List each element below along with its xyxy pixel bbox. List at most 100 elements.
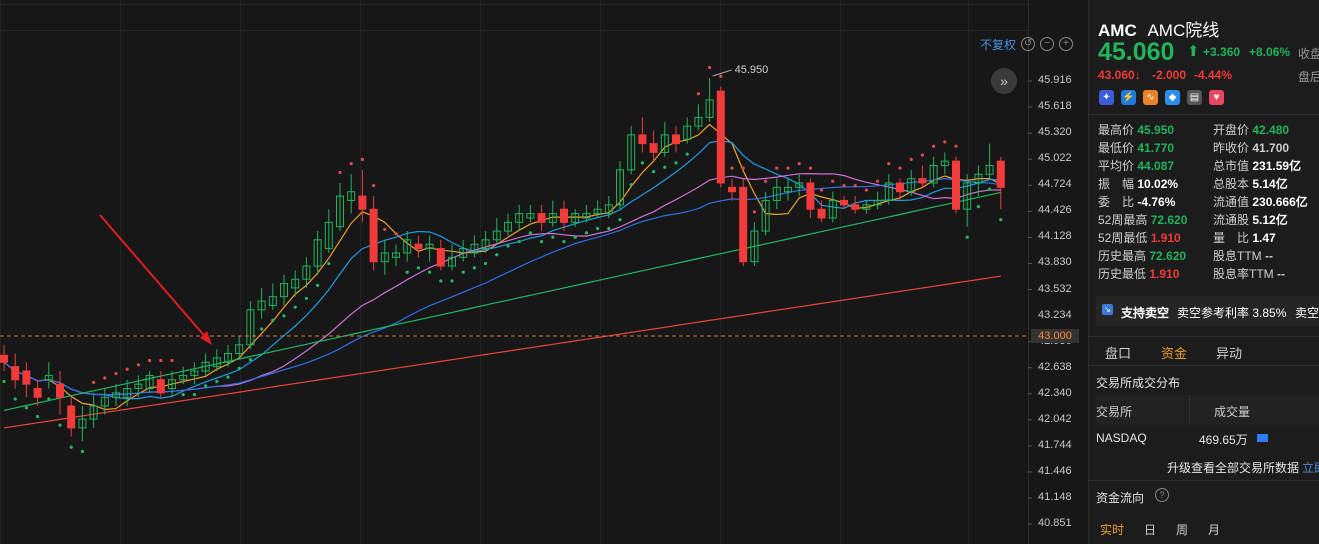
chart-canvas[interactable]: 45.950	[0, 0, 1088, 544]
tab-orderbook[interactable]: 盘口	[1105, 343, 1131, 362]
adjust-mode-toggle[interactable]: 不复权	[980, 36, 1016, 53]
tag-icon[interactable]: ◆	[1165, 90, 1180, 105]
sar-dot	[428, 270, 432, 274]
price-tick-label: 43.234	[1038, 308, 1072, 321]
sar-dot	[36, 414, 40, 419]
sar-dot	[898, 166, 902, 170]
short-sell-icon: ↘	[1102, 304, 1113, 315]
stat-left: 振 幅 10.02%	[1098, 177, 1179, 191]
sar-dot	[528, 231, 533, 235]
sar-dot	[495, 253, 499, 257]
sar-dot	[562, 239, 566, 244]
candle-body	[638, 134, 647, 145]
help-icon[interactable]: ?	[1155, 488, 1169, 502]
sar-dot	[461, 270, 465, 274]
flow-tab-day[interactable]: 日	[1144, 521, 1156, 538]
flow-tab-week[interactable]: 周	[1176, 521, 1188, 538]
sar-dot	[640, 161, 645, 165]
sar-dot	[2, 379, 6, 384]
sar-dot	[831, 179, 835, 183]
sar-dot	[69, 445, 73, 449]
lightning-icon[interactable]: ⚡	[1121, 90, 1136, 105]
trend-icon[interactable]: ∿	[1143, 90, 1158, 105]
sar-dot	[853, 184, 857, 188]
sar-dot	[360, 157, 364, 161]
stat-right: 总市值 231.59亿	[1213, 159, 1302, 173]
sar-dot	[125, 367, 129, 371]
sar-dot	[797, 162, 801, 166]
sar-dot	[618, 218, 622, 222]
sar-dot	[405, 270, 409, 274]
sar-dot	[708, 65, 712, 70]
candle-body	[739, 186, 748, 263]
price-change: +3.360	[1203, 45, 1241, 59]
sar-dot	[517, 239, 521, 244]
candle-body	[369, 208, 378, 263]
stat-right: 流通值 230.666亿	[1213, 195, 1308, 209]
price-change-pct: +8.06%	[1249, 45, 1291, 59]
price-tick-label: 44.128	[1038, 230, 1072, 243]
sar-dot	[248, 358, 252, 362]
sar-dot	[551, 235, 555, 239]
sar-dot	[316, 283, 320, 287]
sar-dot	[752, 210, 757, 214]
expand-chart-button[interactable]: »	[991, 68, 1017, 94]
sar-dot	[226, 375, 230, 379]
ma120-line	[3, 275, 1001, 429]
sar-dot	[976, 204, 981, 209]
stat-left: 历史最高 72.620	[1098, 249, 1187, 263]
tab-alerts[interactable]: 异动	[1216, 343, 1242, 362]
price-tick-label: 41.744	[1038, 438, 1072, 451]
after-hours-label: 盘后	[1298, 70, 1319, 84]
candle-body	[840, 199, 848, 206]
sar-dot	[416, 266, 420, 270]
quote-panel: AMC AMC院线 45.060 ⬆ +3.360 +8.06% 收盘 43.0…	[1088, 0, 1319, 544]
candle-body	[716, 90, 725, 184]
price-tick-label: 43.830	[1038, 256, 1072, 269]
us-flag-icon[interactable]: ✦	[1099, 90, 1114, 105]
upgrade-link[interactable]: 立即	[1302, 459, 1319, 476]
sar-dot	[954, 144, 958, 148]
candle-body	[817, 208, 826, 219]
sar-dot	[573, 235, 577, 239]
close-label: 收盘	[1298, 47, 1319, 61]
flow-title: 资金流向	[1096, 491, 1145, 505]
candle-body	[806, 182, 815, 210]
sar-dot	[965, 235, 969, 239]
candle-body	[952, 160, 960, 210]
price-tick-label: 44.426	[1038, 204, 1072, 217]
candle-body	[358, 195, 367, 210]
sar-dot	[338, 170, 342, 175]
sar-dot	[629, 183, 633, 187]
sar-dot	[696, 92, 701, 96]
sar-dot	[652, 170, 656, 174]
stat-left: 52周最高 72.620	[1098, 213, 1188, 227]
flow-tab-realtime[interactable]: 实时	[1100, 521, 1124, 538]
short-support: 支持卖空	[1121, 306, 1170, 320]
sar-dot	[730, 166, 734, 170]
sar-dot	[909, 157, 913, 161]
sar-dot	[215, 379, 219, 384]
sar-dot	[663, 165, 667, 169]
short-banner[interactable]: ↘ 支持卖空 卖空参考利率 3.85% 卖空	[1096, 296, 1319, 326]
ma5-line	[3, 123, 1002, 411]
stat-right: 总股本 5.14亿	[1213, 177, 1288, 191]
candle-body	[918, 178, 927, 184]
sar-dot	[260, 327, 264, 331]
stat-left: 最低价 41.770	[1098, 141, 1175, 155]
sar-dot	[394, 232, 398, 236]
sar-dot	[596, 226, 600, 231]
price-tick-label: 41.148	[1038, 491, 1072, 504]
flow-tab-month[interactable]: 月	[1208, 521, 1220, 538]
sar-dot	[293, 305, 297, 309]
after-hours-price: 43.060↓	[1098, 68, 1141, 82]
tab-capital[interactable]: 资金	[1161, 343, 1187, 362]
sar-dot	[808, 166, 813, 170]
document-icon[interactable]: ▤	[1187, 90, 1202, 105]
volume-bar	[1257, 434, 1268, 442]
sar-dot	[932, 144, 936, 148]
kline-chart[interactable]: 45.950 不复权 ↺ − + » 45.916 45.618 45.320 45.…	[0, 0, 1088, 544]
after-hours-pct: -4.44%	[1194, 68, 1233, 82]
heart-icon[interactable]: ♥	[1209, 90, 1224, 105]
candle-body	[0, 354, 8, 363]
